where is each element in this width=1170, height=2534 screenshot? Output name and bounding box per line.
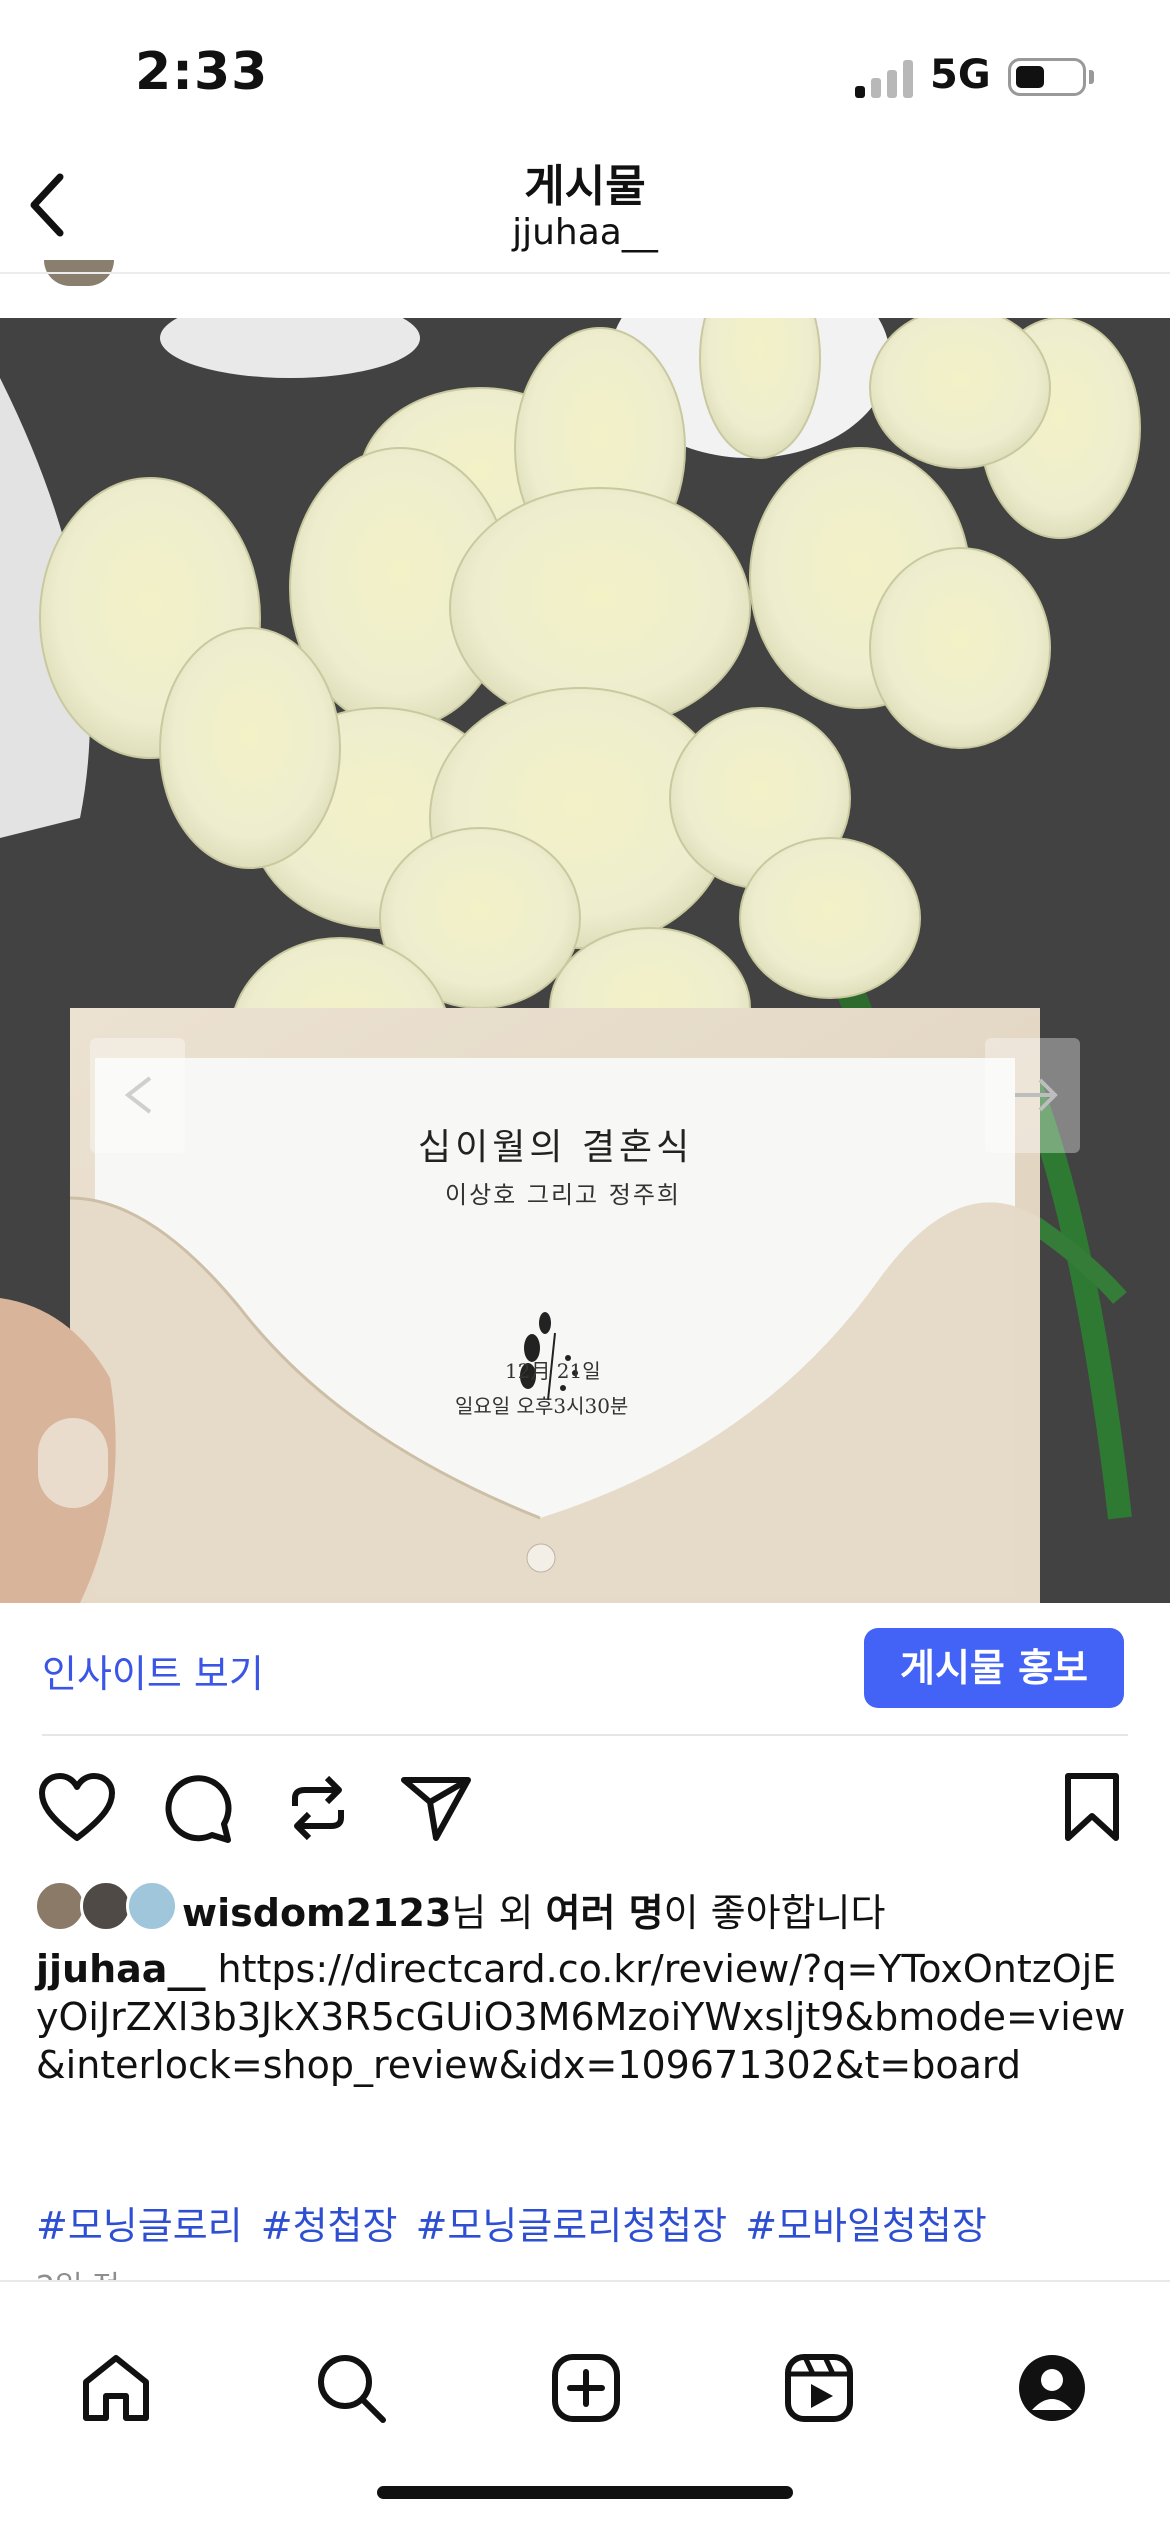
hashtag[interactable]: #모닝글로리청첩장 — [416, 2204, 728, 2248]
likes-middle: 님 외 — [451, 1891, 546, 1935]
status-time: 2:33 — [135, 42, 269, 102]
battery-icon — [1008, 58, 1086, 96]
carousel-next-button[interactable] — [985, 1038, 1080, 1153]
arrow-left-icon — [124, 1076, 152, 1114]
heart-icon[interactable] — [38, 1772, 116, 1844]
network-label: 5G — [930, 52, 991, 98]
invitation-date: 12月 21일 — [505, 1359, 601, 1383]
liker-avatar-3 — [126, 1880, 178, 1932]
hashtag[interactable]: #모닝글로리 — [36, 2204, 243, 2248]
view-insights-link[interactable]: 인사이트 보기 — [42, 1643, 264, 1698]
invitation-time: 일요일 오후3시30분 — [455, 1394, 629, 1418]
liker-username[interactable]: wisdom2123 — [182, 1891, 451, 1935]
signal-icon — [855, 58, 917, 98]
invitation-names: 이상호 그리고 정주희 — [445, 1181, 681, 1209]
post-caption: jjuhaa__ https://directcard.co.kr/review… — [36, 1945, 1136, 2089]
hashtag-list: #모닝글로리 #청첩장 #모닝글로리청첩장 #모바일청첩장 — [36, 2195, 987, 2250]
hashtag[interactable]: #모바일청첩장 — [745, 2204, 987, 2248]
liker-avatar-1 — [34, 1880, 86, 1932]
repost-icon[interactable] — [283, 1772, 353, 1844]
promote-post-button[interactable]: 게시물 홍보 — [864, 1628, 1124, 1708]
home-icon[interactable] — [80, 2352, 152, 2424]
carousel-prev-button[interactable] — [90, 1038, 185, 1153]
home-indicator — [377, 2486, 793, 2499]
comment-icon[interactable] — [162, 1772, 234, 1844]
battery-cap — [1089, 70, 1094, 84]
arrow-right-icon — [1015, 1078, 1058, 1112]
reels-icon[interactable] — [783, 2352, 855, 2424]
hashtag[interactable]: #청첩장 — [261, 2204, 398, 2248]
invitation-title: 십이월의 결혼식 — [418, 1127, 694, 1168]
post-author-username[interactable]: jjuhaa__ — [0, 212, 1170, 253]
liker-avatar-2 — [80, 1880, 132, 1932]
insights-divider — [42, 1734, 1128, 1736]
likes-suffix: 이 좋아합니다 — [663, 1891, 886, 1935]
likes-others[interactable]: 여러 명 — [546, 1891, 664, 1935]
header-divider — [0, 272, 1170, 274]
bookmark-icon[interactable] — [1062, 1772, 1122, 1844]
likes-summary[interactable]: wisdom2123님 외 여러 명이 좋아합니다 — [182, 1882, 885, 1937]
profile-icon[interactable] — [1016, 2352, 1088, 2424]
search-icon[interactable] — [315, 2352, 387, 2424]
create-icon[interactable] — [550, 2352, 622, 2424]
page-title: 게시물 — [524, 161, 646, 212]
share-icon[interactable] — [400, 1772, 472, 1844]
caption-username[interactable]: jjuhaa__ — [36, 1947, 205, 1991]
